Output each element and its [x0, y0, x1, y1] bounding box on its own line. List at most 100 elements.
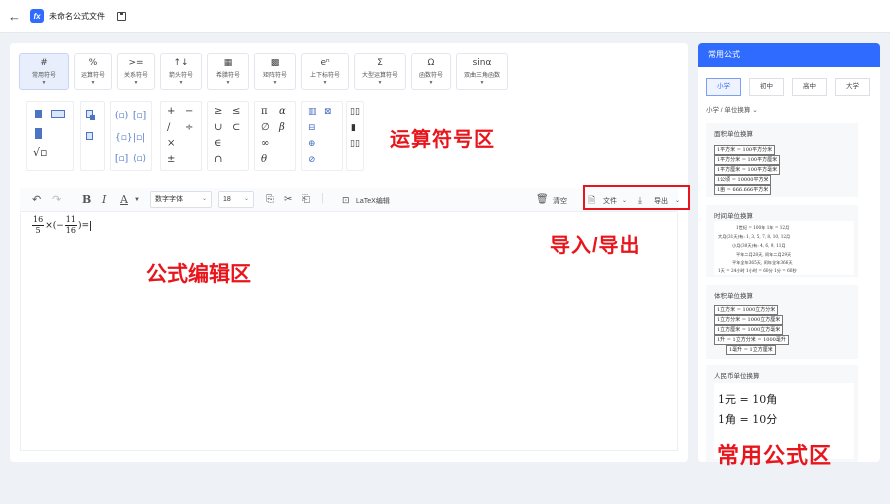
plus-symbol[interactable]: + — [167, 106, 175, 118]
symbol-group-fractions: √▫ — [26, 101, 74, 171]
fraction: 11 16 — [64, 215, 77, 235]
stacked-fraction-icon[interactable] — [35, 128, 42, 139]
tab-matrix[interactable]: ▩ 矩阵符号 ▼ — [254, 53, 296, 90]
chevron-down-icon: ⌄ — [752, 107, 758, 114]
undo-icon[interactable]: ↶ — [32, 193, 41, 207]
symbol-group-relations: ≥ ≤ ∪ ⊂ ∈ ∩ — [207, 101, 249, 171]
omega-icon: Ω — [427, 57, 435, 68]
annotation-common-area: 常用公式区 — [717, 443, 833, 468]
formula-card-time[interactable]: 时间单位换算 1世纪 = 100年 1年 = 12月 大月(31天)有: 1, … — [706, 205, 858, 277]
save-icon[interactable] — [117, 11, 126, 21]
symbol-group-greek: π α ∅ β ∞ θ — [254, 101, 296, 171]
circle-box-icon[interactable]: ⊕ — [308, 138, 316, 150]
latex-edit-button[interactable]: LaTeX编辑 — [356, 195, 390, 209]
element-of-symbol[interactable]: ∈ — [214, 138, 221, 150]
caret-down-icon: ▼ — [479, 79, 485, 86]
fraction-icon[interactable] — [35, 110, 42, 118]
union-symbol[interactable]: ∪ — [214, 122, 222, 134]
chevron-down-icon: ⌄ — [243, 196, 249, 202]
sigma-icon: Σ — [377, 57, 383, 68]
tab-primary[interactable]: 小学 — [706, 78, 741, 96]
caret-down-icon: ▼ — [41, 79, 47, 86]
norm-icon[interactable]: [▫] — [115, 153, 128, 165]
export-menu-button[interactable]: 导出 — [654, 195, 668, 209]
clear-button[interactable]: 清空 — [553, 195, 567, 209]
plus-minus-symbol[interactable]: ± — [167, 154, 175, 166]
percent-icon: % — [88, 57, 98, 68]
title-bar: ← fx 未命名公式文件 — [0, 0, 890, 33]
trash-icon[interactable]: 🗑 — [536, 193, 549, 207]
matrix-icon: ▩ — [270, 57, 280, 68]
back-arrow-icon[interactable]: ← — [8, 9, 22, 24]
caret-down-icon: ▼ — [178, 79, 184, 86]
strike-box-icon[interactable]: ⊟ — [308, 122, 316, 134]
infinity-symbol[interactable]: ∞ — [261, 138, 269, 150]
slash-symbol[interactable]: / — [167, 122, 170, 134]
empty-set-symbol[interactable]: ∅ — [261, 122, 270, 134]
copy-icon[interactable]: ⎘ — [266, 193, 274, 207]
angle-icon[interactable]: ⟨▫⟩ — [133, 153, 146, 165]
latex-icon: ⊡ — [342, 195, 350, 205]
category-breadcrumb[interactable]: 小学 / 单位换算 ⌄ — [706, 104, 758, 114]
tab-junior[interactable]: 初中 — [749, 78, 784, 96]
slash-fraction-icon[interactable] — [51, 110, 65, 118]
scissors-icon[interactable]: ✂ — [284, 193, 292, 207]
diag-box-icon[interactable]: ⊘ — [308, 154, 316, 166]
tab-senior[interactable]: 高中 — [792, 78, 827, 96]
double-column-icon[interactable]: ▯▯ — [350, 138, 360, 150]
brace-icon[interactable]: {▫} — [115, 132, 133, 144]
alpha-symbol[interactable]: α — [279, 106, 286, 118]
geq-symbol[interactable]: ≥ — [214, 106, 222, 118]
tab-scripts[interactable]: eⁿ 上下标符号 ▼ — [301, 53, 349, 90]
bracket-icon[interactable]: [▫] — [133, 110, 146, 122]
level-tabs: 小学 初中 高中 大学 — [706, 78, 878, 96]
formula-expression[interactable]: 16 5 ×(− 11 16 )= — [31, 215, 92, 236]
single-column-icon[interactable]: ▮ — [351, 122, 356, 134]
superscript-icon: eⁿ — [320, 57, 330, 68]
italic-button[interactable]: I — [102, 193, 106, 207]
times-symbol[interactable]: × — [167, 138, 175, 150]
font-size-select[interactable]: 18 ⌄ — [218, 191, 254, 208]
paren-icon[interactable]: (▫) — [115, 110, 128, 122]
text-color-button[interactable]: A — [120, 193, 128, 207]
export-icon[interactable]: ⤓ — [638, 193, 642, 207]
tab-operators[interactable]: % 运算符号 ▼ — [74, 53, 112, 90]
minus-symbol[interactable]: − — [185, 106, 193, 118]
formula-card-area[interactable]: 面积单位换算 1平方米 = 100平方分米 1平方分米 = 100平方厘米 1平… — [706, 123, 858, 197]
arrows-icon: ↑↓ — [173, 57, 189, 68]
tab-relations[interactable]: >= 关系符号 ▼ — [117, 53, 155, 90]
subset-symbol[interactable]: ⊂ — [232, 122, 240, 134]
redo-icon[interactable]: ↷ — [52, 193, 61, 207]
tab-arrows[interactable]: ↑↓ 箭头符号 ▼ — [160, 53, 202, 90]
chevron-down-icon[interactable]: ▼ — [134, 193, 140, 207]
beta-symbol[interactable]: β — [279, 122, 285, 134]
cancel-box-icon[interactable]: ⊠ — [324, 106, 332, 118]
pi-symbol[interactable]: π — [261, 106, 268, 118]
theta-symbol[interactable]: θ — [261, 154, 267, 166]
sqrt-icon[interactable]: √▫ — [33, 147, 47, 159]
file-icon[interactable]: 🗎 — [588, 193, 595, 207]
paste-icon[interactable]: ⎗ — [302, 193, 310, 207]
font-select[interactable]: 数字字体 ⌄ — [150, 191, 212, 208]
tab-common-symbols[interactable]: # 常用符号 ▼ — [19, 53, 69, 90]
tab-large-operators[interactable]: Σ 大型运算符号 ▼ — [354, 53, 406, 90]
caret-down-icon: ▼ — [322, 79, 328, 86]
divide-symbol[interactable]: ÷ — [185, 122, 193, 134]
two-column-icon[interactable]: ▯▯ — [350, 106, 360, 118]
matrix-box-icon[interactable]: ▥ — [308, 106, 317, 118]
bold-button[interactable]: B — [82, 193, 91, 207]
annotation-editor-area: 公式编辑区 — [146, 263, 251, 286]
tab-university[interactable]: 大学 — [835, 78, 870, 96]
symbol-group-geometry: ▥ ⊠ ⊟ ⊕ ⊘ — [301, 101, 343, 171]
subscript-box-icon[interactable] — [86, 132, 93, 140]
abs-icon[interactable]: |▫| — [133, 132, 145, 144]
intersection-symbol[interactable]: ∩ — [214, 154, 222, 166]
chevron-down-icon: ⌄ — [622, 198, 628, 204]
file-menu-button[interactable]: 文件 — [603, 195, 617, 209]
tab-hyperbolic[interactable]: sinα 双曲三角函数 ▼ — [456, 53, 508, 90]
tab-greek[interactable]: ▦ 希腊符号 ▼ — [207, 53, 249, 90]
greek-grid-icon: ▦ — [223, 57, 233, 68]
leq-symbol[interactable]: ≤ — [232, 106, 240, 118]
tab-functions[interactable]: Ω 函数符号 ▼ — [411, 53, 451, 90]
formula-card-volume[interactable]: 体积单位换算 1立方米 = 1000立方分米 1立方分米 = 1000立方厘米 … — [706, 285, 858, 359]
